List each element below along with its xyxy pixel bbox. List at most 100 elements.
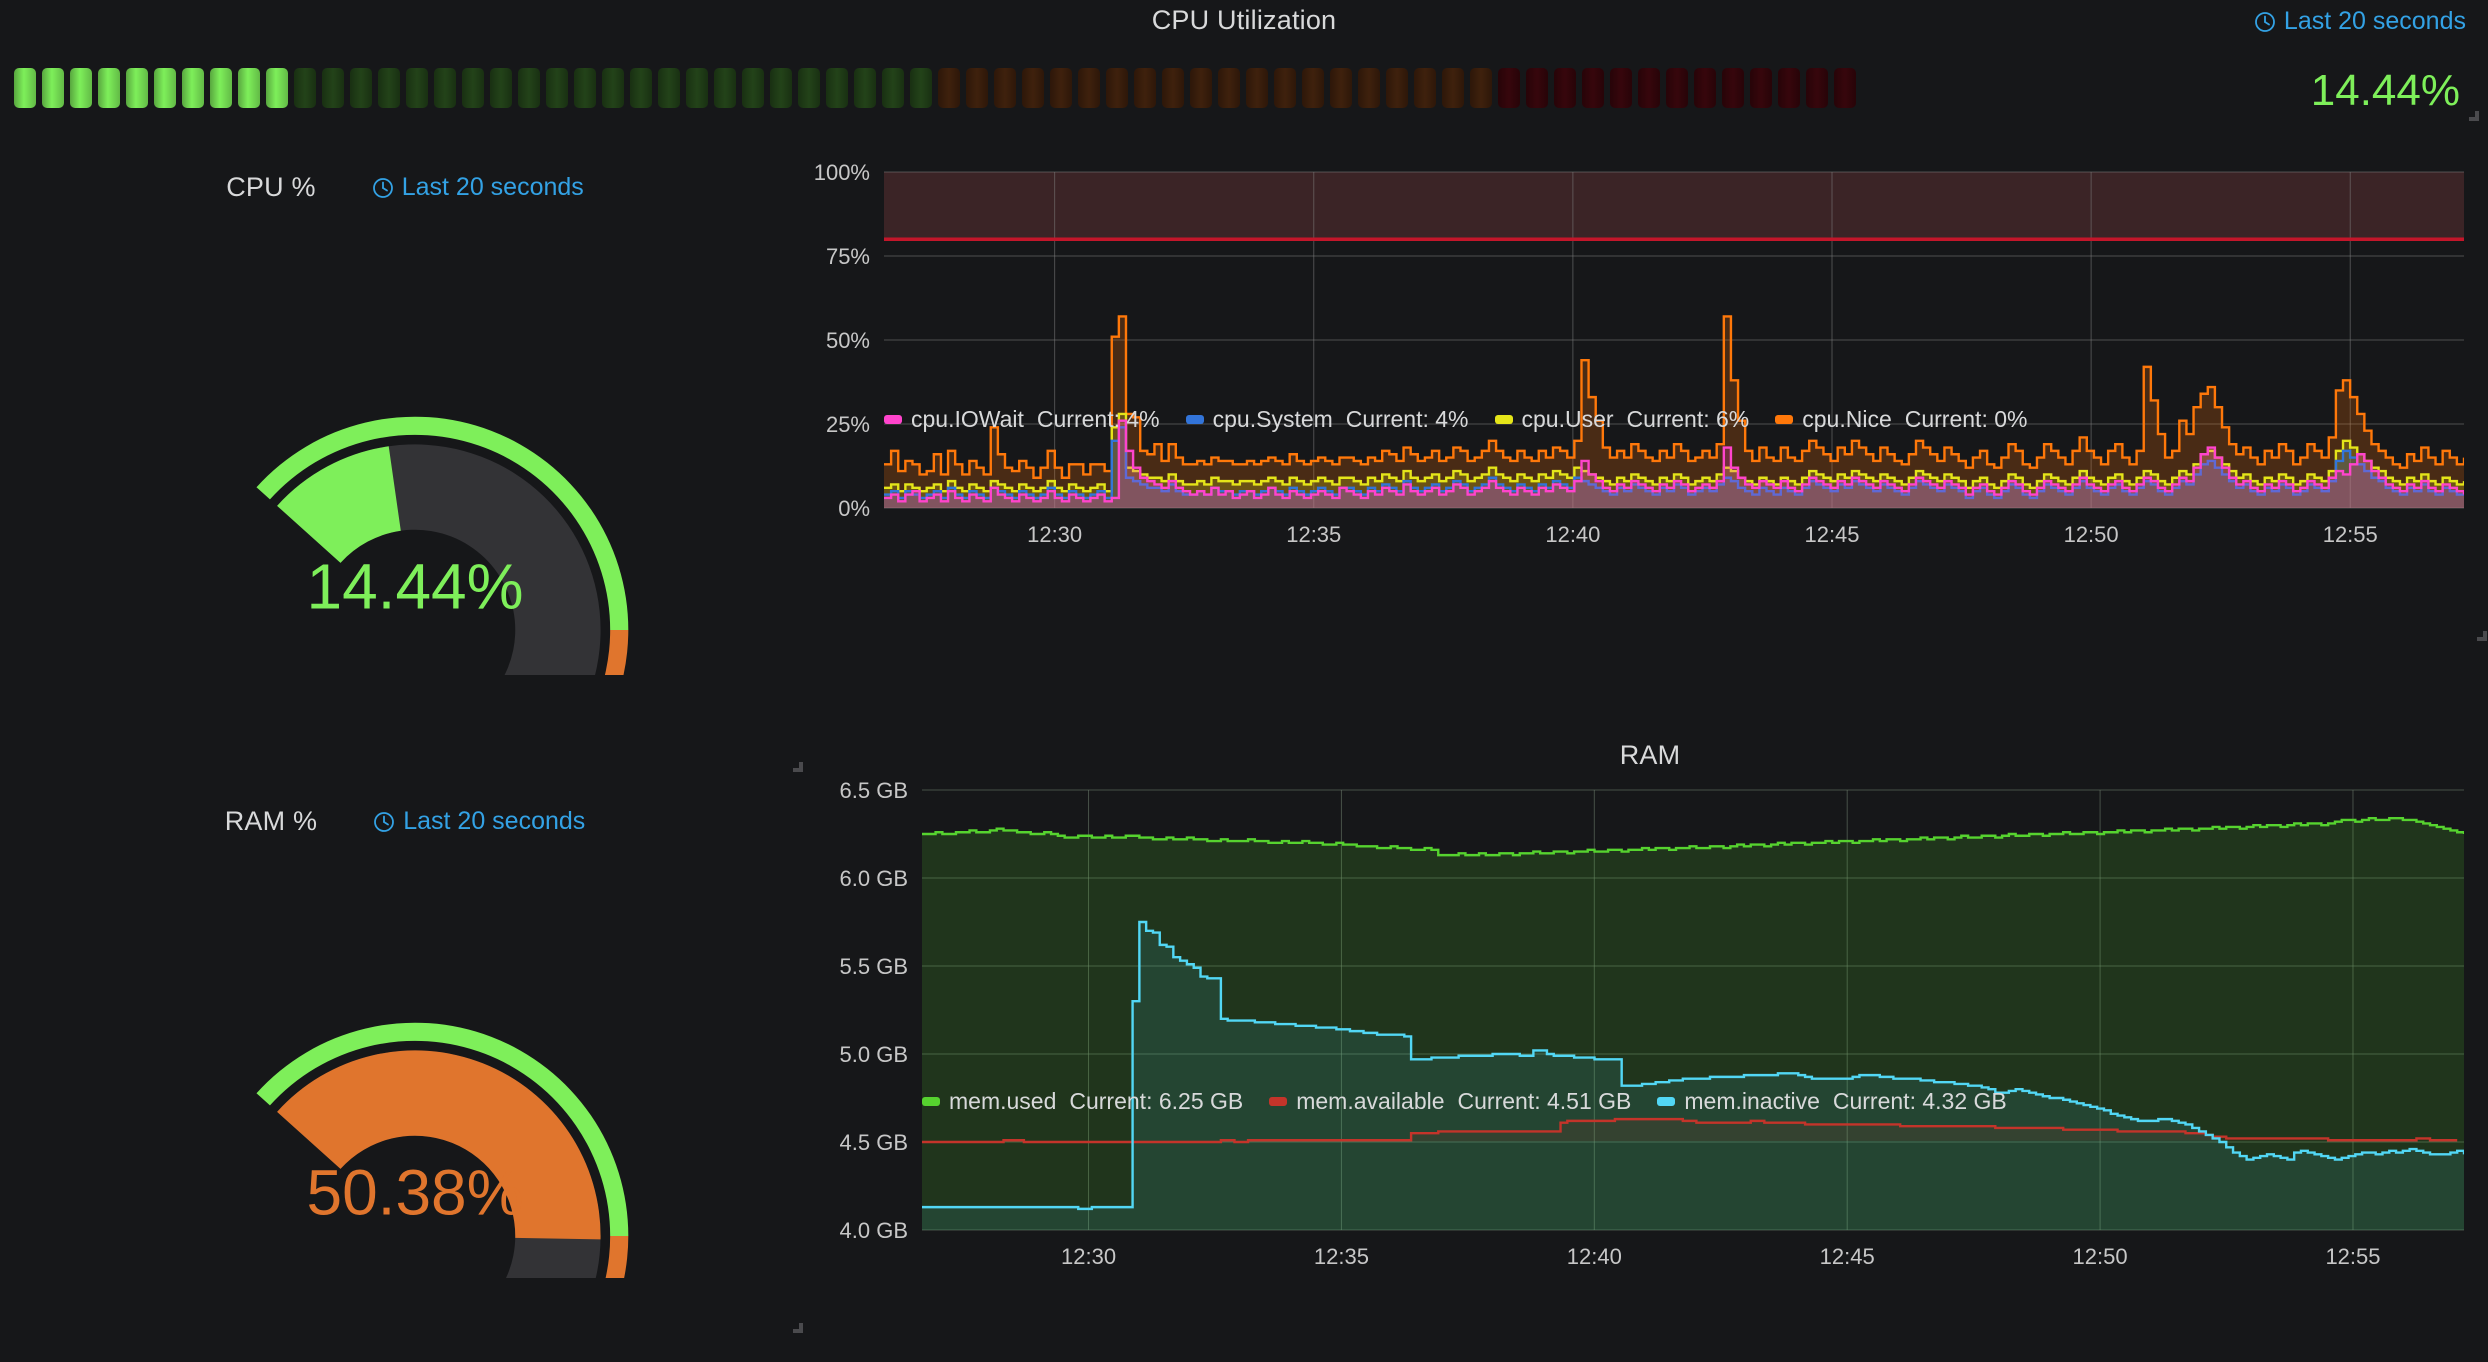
- legend-item[interactable]: mem.used Current: 6.25 GB: [922, 1088, 1243, 1115]
- legend-series-name: cpu.User: [1521, 406, 1614, 432]
- bar-gauge-cell: [1666, 68, 1688, 108]
- bar-gauge-cell: [1414, 68, 1436, 108]
- x-axis-tick-label: 12:55: [2325, 1244, 2380, 1269]
- legend-item[interactable]: mem.inactive Current: 4.32 GB: [1657, 1088, 2007, 1115]
- bar-gauge-cell: [1526, 68, 1548, 108]
- y-axis-tick-label: 100%: [814, 160, 870, 185]
- x-axis-tick-label: 12:30: [1027, 522, 1082, 547]
- y-axis-tick-label: 5.5 GB: [840, 954, 908, 979]
- bar-gauge-cell: [1274, 68, 1296, 108]
- cpu-chart-host-svg[interactable]: 0% 25% 50% 75% 100% 12:30 12:35 12:40 12:45 12:50…: [812, 148, 2488, 568]
- legend-color-swatch: [922, 1097, 940, 1106]
- legend-series-name: cpu.Nice: [1802, 406, 1892, 432]
- bar-gauge-cell: [938, 68, 960, 108]
- panel-header-ram-percent: RAM % Last 20 seconds: [0, 770, 810, 837]
- time-range-picker-top[interactable]: Last 20 seconds: [2254, 7, 2466, 36]
- legend-color-swatch: [1775, 415, 1794, 424]
- x-axis-tick-label: 12:30: [1061, 1244, 1116, 1269]
- bar-gauge-cell: [1610, 68, 1632, 108]
- panel-title-ram-percent: RAM %: [224, 806, 318, 836]
- time-range-picker-ram-gauge[interactable]: Last 20 seconds: [373, 807, 585, 836]
- x-axis-tick-label: 12:40: [1567, 1244, 1622, 1269]
- legend-color-swatch: [884, 415, 902, 424]
- bar-gauge-cell: [1246, 68, 1268, 108]
- x-axis-tick-label: 12:50: [2064, 522, 2119, 547]
- x-axis-tick-label: 12:40: [1545, 522, 1600, 547]
- bar-gauge-cell: [658, 68, 680, 108]
- bar-gauge-cell: [546, 68, 568, 108]
- panel-resize-handle[interactable]: [2472, 626, 2488, 642]
- bar-gauge-cell: [1162, 68, 1184, 108]
- legend-item[interactable]: cpu.Nice Current: 0%: [1775, 406, 2027, 433]
- legend-color-swatch: [1269, 1097, 1288, 1106]
- legend-color-swatch: [1494, 415, 1513, 424]
- x-axis-tick-label: 12:55: [2323, 522, 2378, 547]
- bar-gauge-cell: [210, 68, 232, 108]
- bar-gauge-cell: [350, 68, 372, 108]
- bar-gauge-cell: [1218, 68, 1240, 108]
- bar-gauge-cell: [630, 68, 652, 108]
- bar-gauge-cell: [434, 68, 456, 108]
- grafana-dashboard: CPU Utilization Last 20 seconds 14.44% C…: [0, 0, 2488, 1362]
- ram-chart-host-svg[interactable]: 4.0 GB 4.5 GB 5.0 GB 5.5 GB 6.0 GB 6.5 GB 12:3…: [812, 764, 2488, 1294]
- bar-gauge-cell: [1134, 68, 1156, 108]
- panel-ram-timeseries: RAM 4.0 GB 4.5 GB 5.0 GB 5.5 GB 6.0 GB 6.5 GB…: [812, 740, 2488, 1362]
- panel-resize-handle[interactable]: [2464, 106, 2480, 122]
- bar-gauge-cell: [714, 68, 736, 108]
- y-axis-tick-label: 6.5 GB: [840, 778, 908, 803]
- bar-gauge-cell: [910, 68, 932, 108]
- bar-gauge-cell: [994, 68, 1016, 108]
- y-axis-tick-label: 6.0 GB: [840, 866, 908, 891]
- bar-gauge-cell: [1386, 68, 1408, 108]
- bar-gauge-cell: [1470, 68, 1492, 108]
- gauge-cpu-percent: 14.44%: [20, 225, 810, 675]
- bar-gauge-cell: [266, 68, 288, 108]
- bar-gauge-cell: [1750, 68, 1772, 108]
- legend-series-current: Current: 6.25 GB: [1069, 1088, 1244, 1114]
- bar-gauge-cell: [1330, 68, 1352, 108]
- bar-gauge-cell: [518, 68, 540, 108]
- time-range-picker-cpu-gauge[interactable]: Last 20 seconds: [372, 173, 584, 202]
- panel-title-cpu-utilization: CPU Utilization: [1151, 5, 1337, 35]
- legend-series-current: Current: 4.51 GB: [1457, 1088, 1632, 1114]
- bar-gauge-cell: [1498, 68, 1520, 108]
- cpu-chart-plot[interactable]: 0% 25% 50% 75% 100% 12:30 12:35 12:40 12:45 12:50…: [812, 148, 2488, 568]
- x-axis-tick-label: 12:45: [1804, 522, 1859, 547]
- legend-item[interactable]: cpu.User Current: 6%: [1494, 406, 1749, 433]
- bar-gauge-cell: [770, 68, 792, 108]
- clock-icon: [372, 177, 394, 199]
- panel-ram-percent: RAM % Last 20 seconds 50.38%: [0, 770, 810, 1362]
- legend-series-name: cpu.IOWait: [911, 406, 1024, 432]
- ram-chart-plot[interactable]: 4.0 GB 4.5 GB 5.0 GB 5.5 GB 6.0 GB 6.5 GB 12:3…: [812, 764, 2488, 1294]
- x-axis-tick-label: 12:45: [1820, 1244, 1875, 1269]
- bar-gauge-cell: [574, 68, 596, 108]
- legend-item[interactable]: mem.available Current: 4.51 GB: [1269, 1088, 1631, 1115]
- bar-gauge-cell: [182, 68, 204, 108]
- bar-gauge-cell: [826, 68, 848, 108]
- bar-gauge-cell: [98, 68, 120, 108]
- y-axis-tick-label: 75%: [826, 244, 870, 269]
- legend-series-name: mem.inactive: [1684, 1088, 1820, 1114]
- bar-gauge-cell: [238, 68, 260, 108]
- time-range-label-cpu-gauge: Last 20 seconds: [401, 173, 584, 201]
- legend-item[interactable]: cpu.IOWait Current: 4%: [884, 406, 1160, 433]
- panel-cpu-timeseries: CPU (%) 0%25%50%75%100%12:3012:3512:4012…: [812, 130, 2488, 730]
- y-axis-tick-label: 4.0 GB: [840, 1218, 908, 1243]
- bar-gauge-cell: [462, 68, 484, 108]
- panel-resize-handle[interactable]: [788, 1318, 804, 1334]
- bar-gauge-cell: [1806, 68, 1828, 108]
- bar-gauge-cell: [126, 68, 148, 108]
- bar-gauge-cell: [1022, 68, 1044, 108]
- bar-gauge-cells: [14, 68, 1856, 108]
- bar-gauge-cell: [378, 68, 400, 108]
- bar-gauge-cell: [1582, 68, 1604, 108]
- bar-gauge-cell: [1638, 68, 1660, 108]
- legend-item[interactable]: cpu.System Current: 4%: [1185, 406, 1469, 433]
- panel-header-cpu-percent: CPU % Last 20 seconds: [0, 130, 810, 203]
- y-axis-tick-label: 4.5 GB: [840, 1130, 908, 1155]
- bar-gauge-cell: [854, 68, 876, 108]
- bar-gauge-cell: [1834, 68, 1856, 108]
- bar-gauge-cell: [490, 68, 512, 108]
- legend-color-swatch: [1185, 415, 1204, 424]
- legend-series-current: Current: 4.32 GB: [1832, 1088, 2007, 1114]
